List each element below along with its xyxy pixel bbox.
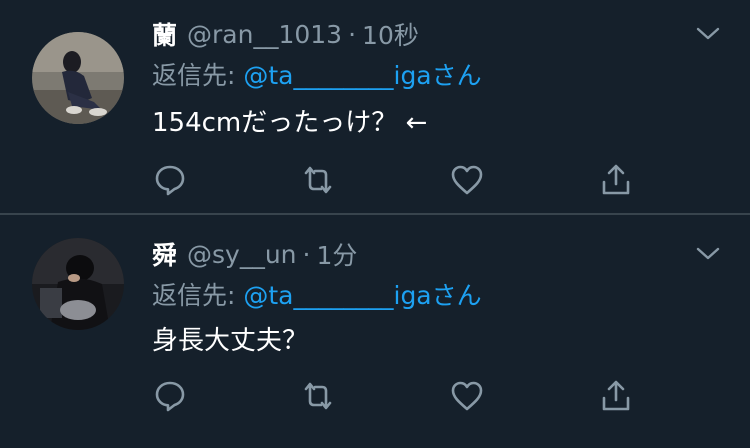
reply-target-link[interactable]: @ta________iga bbox=[243, 281, 431, 310]
display-name[interactable]: 蘭 bbox=[152, 16, 177, 52]
like-icon[interactable] bbox=[447, 376, 487, 416]
timeline: 蘭 @ran__1013 · 10秒 返信先: @ta________igaさん… bbox=[0, 0, 750, 448]
tweet-actions bbox=[150, 160, 640, 200]
chevron-down-icon[interactable] bbox=[692, 22, 724, 46]
reply-target-link[interactable]: @ta________iga bbox=[243, 61, 431, 90]
username[interactable]: @sy__un bbox=[187, 240, 297, 269]
tweet-actions bbox=[150, 376, 640, 416]
replying-to: 返信先: @ta________igaさん bbox=[152, 56, 482, 92]
username[interactable]: @ran__1013 bbox=[187, 20, 342, 49]
separator-dot: · bbox=[302, 239, 311, 269]
tweet[interactable]: 蘭 @ran__1013 · 10秒 返信先: @ta________igaさん… bbox=[0, 0, 750, 214]
timestamp[interactable]: 1分 bbox=[316, 236, 357, 272]
replying-to: 返信先: @ta________igaさん bbox=[152, 276, 482, 312]
tweet[interactable]: 舜 @sy__un · 1分 返信先: @ta________igaさん 身長大… bbox=[0, 216, 750, 448]
tweet-header: 舜 @sy__un · 1分 bbox=[152, 234, 357, 274]
tweet-divider bbox=[0, 213, 750, 215]
reply-prefix: 返信先: bbox=[152, 281, 244, 310]
retweet-icon[interactable] bbox=[298, 376, 338, 416]
reply-prefix: 返信先: bbox=[152, 61, 244, 90]
display-name[interactable]: 舜 bbox=[152, 236, 177, 272]
retweet-icon[interactable] bbox=[298, 160, 338, 200]
chevron-down-icon[interactable] bbox=[692, 242, 724, 266]
tweet-text: 身長大丈夫？ bbox=[152, 326, 309, 356]
separator-dot: · bbox=[348, 19, 357, 49]
like-icon[interactable] bbox=[447, 160, 487, 200]
reply-icon[interactable] bbox=[150, 160, 190, 200]
tweet-text: 154cmだったっけ？ ← bbox=[152, 108, 428, 138]
avatar[interactable] bbox=[32, 238, 124, 330]
share-icon[interactable] bbox=[596, 160, 636, 200]
tweet-header: 蘭 @ran__1013 · 10秒 bbox=[152, 14, 419, 54]
avatar[interactable] bbox=[32, 32, 124, 124]
reply-suffix: さん bbox=[431, 281, 482, 310]
share-icon[interactable] bbox=[596, 376, 636, 416]
timestamp[interactable]: 10秒 bbox=[362, 16, 419, 52]
reply-suffix: さん bbox=[431, 61, 482, 90]
reply-icon[interactable] bbox=[150, 376, 190, 416]
